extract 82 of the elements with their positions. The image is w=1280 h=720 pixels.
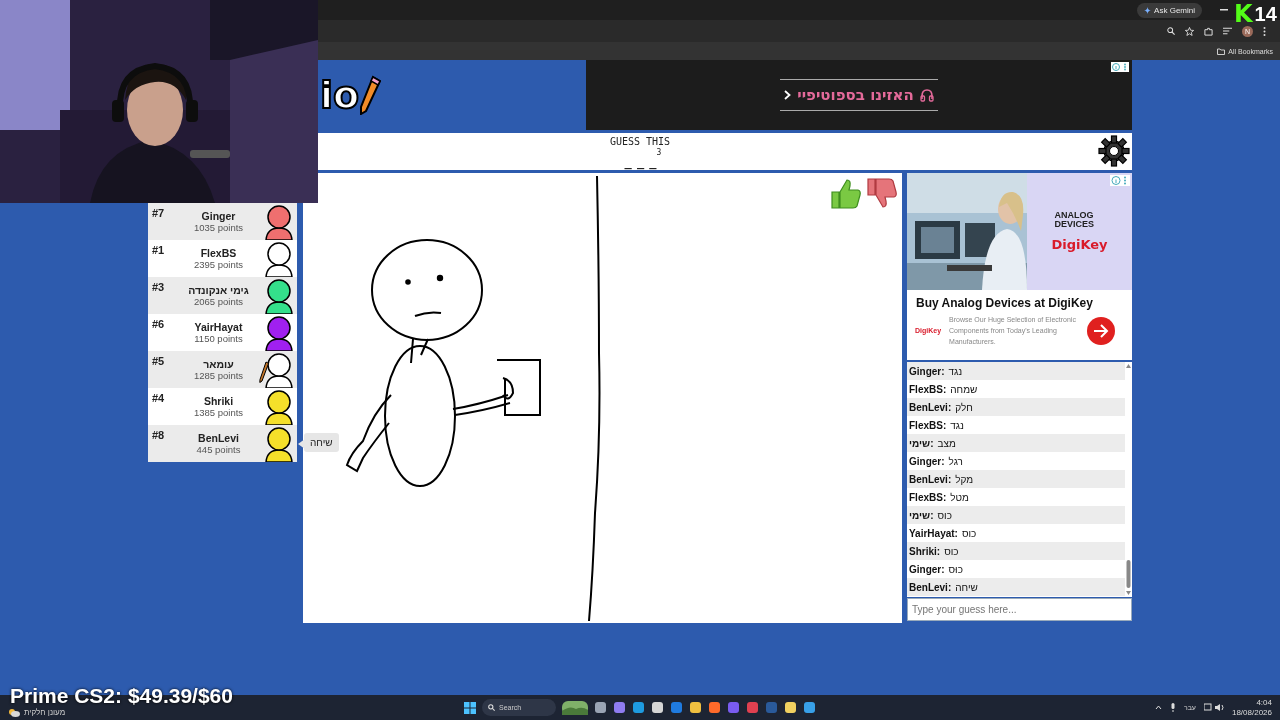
chevron-icon — [784, 90, 792, 100]
chevron-up-icon[interactable] — [1154, 705, 1162, 710]
avatar-icon — [263, 314, 295, 351]
player-points: 445 points — [196, 443, 241, 456]
scrollbar[interactable] — [1125, 362, 1132, 597]
player-points: 1150 points — [194, 332, 243, 345]
app-icon[interactable] — [594, 701, 607, 714]
extension-icon[interactable] — [1204, 26, 1213, 36]
app-icon[interactable] — [632, 701, 645, 714]
letter-count: 3 — [656, 148, 662, 157]
player-rank: #1 — [152, 244, 166, 256]
headphones-icon — [919, 88, 934, 102]
menu-icon[interactable] — [1263, 26, 1266, 36]
kick-logo: K — [1234, 2, 1253, 26]
player-row[interactable]: #7 Ginger 1035 points — [148, 203, 297, 240]
avatar-icon — [263, 425, 295, 462]
search-icon — [488, 704, 495, 711]
folder-icon — [1217, 47, 1226, 55]
zoom-icon[interactable] — [1167, 27, 1175, 35]
avatar-icon — [263, 277, 295, 314]
clock-date[interactable]: 18/08/2026 — [1231, 707, 1272, 718]
windows-start-icon[interactable] — [464, 701, 476, 714]
guess-input[interactable]: Type your guess here... — [907, 598, 1132, 621]
brand-logo-text: DigiKey — [1051, 237, 1108, 252]
app-icon[interactable] — [651, 701, 664, 714]
player-points: 1385 points — [193, 406, 244, 419]
pencil-icon — [359, 75, 382, 115]
player-rank: #3 — [152, 281, 166, 293]
game-logo: io — [320, 76, 360, 114]
player-points: 2395 points — [193, 258, 244, 271]
player-name: YairHayat — [194, 320, 243, 333]
player-row[interactable]: #8 BenLevi 445 points — [148, 425, 297, 462]
player-row[interactable]: #6 YairHayat 1150 points — [148, 314, 297, 351]
star-icon[interactable] — [1185, 26, 1194, 36]
viewer-count: 14 — [1254, 2, 1277, 26]
widget-icon[interactable] — [562, 700, 588, 715]
speaker-icon[interactable] — [1203, 703, 1224, 712]
ad-arrow-button[interactable] — [1087, 316, 1116, 345]
weather-text: מעונן חלקית — [24, 708, 66, 717]
goal-text: Prime CS2: $49.39/$60 — [10, 684, 233, 708]
chat-message: שימי: מצב — [907, 434, 1125, 452]
player-rank: #7 — [152, 207, 166, 219]
avatar-icon — [263, 351, 295, 388]
player-rank: #5 — [152, 355, 166, 367]
player-rank: #6 — [152, 318, 166, 330]
app-icon[interactable] — [803, 701, 816, 714]
clock-time[interactable]: 4:04 — [1256, 697, 1272, 708]
microphone-icon[interactable] — [1169, 703, 1176, 712]
banner-ad[interactable]: האזינו בספוטיפיי — [586, 60, 1132, 130]
player-rank: #4 — [152, 392, 166, 404]
app-icon[interactable] — [613, 701, 626, 714]
player-points: 1285 points — [193, 369, 244, 382]
avatar-icon — [263, 203, 295, 240]
banner-ad-text: האזינו בספוטיפיי — [797, 86, 914, 104]
player-name: BenLevi — [198, 431, 239, 444]
arrow-icon — [1093, 323, 1110, 338]
brand-logo-text: ANALOG DEVICES — [1054, 211, 1095, 229]
settings-icon[interactable] — [1098, 135, 1130, 167]
sparkle-icon — [1144, 6, 1152, 14]
player-name: Shriki — [203, 394, 234, 407]
thumbs-down-icon[interactable] — [866, 177, 898, 210]
avatar-icon — [263, 240, 295, 277]
guess-title: GUESS THIS — [609, 136, 671, 148]
player-points: 2065 points — [193, 295, 244, 308]
ad-headline: Buy Analog Devices at DigiKey — [915, 295, 1094, 310]
player-name: גימי אנקונדה — [188, 283, 249, 296]
chat-message: שימי: כוס — [907, 506, 1125, 524]
app-icon[interactable] — [689, 701, 702, 714]
avatar-icon — [263, 388, 295, 425]
player-row[interactable]: #1 FlexBS 2395 points — [148, 240, 297, 277]
player-rank: #8 — [152, 429, 166, 441]
player-name: Ginger — [201, 209, 236, 222]
app-icon[interactable] — [784, 701, 797, 714]
player-name: FlexBS — [200, 246, 237, 259]
weather-icon[interactable] — [8, 708, 20, 717]
list-icon[interactable] — [1223, 27, 1232, 35]
gemini-button[interactable]: Ask Gemini — [1137, 2, 1202, 18]
minimize-icon[interactable] — [1220, 9, 1228, 11]
thumbs-up-icon[interactable] — [830, 177, 862, 210]
player-points: 1035 points — [193, 221, 244, 234]
app-icon[interactable] — [708, 701, 721, 714]
player-name: עומאר — [203, 357, 234, 370]
